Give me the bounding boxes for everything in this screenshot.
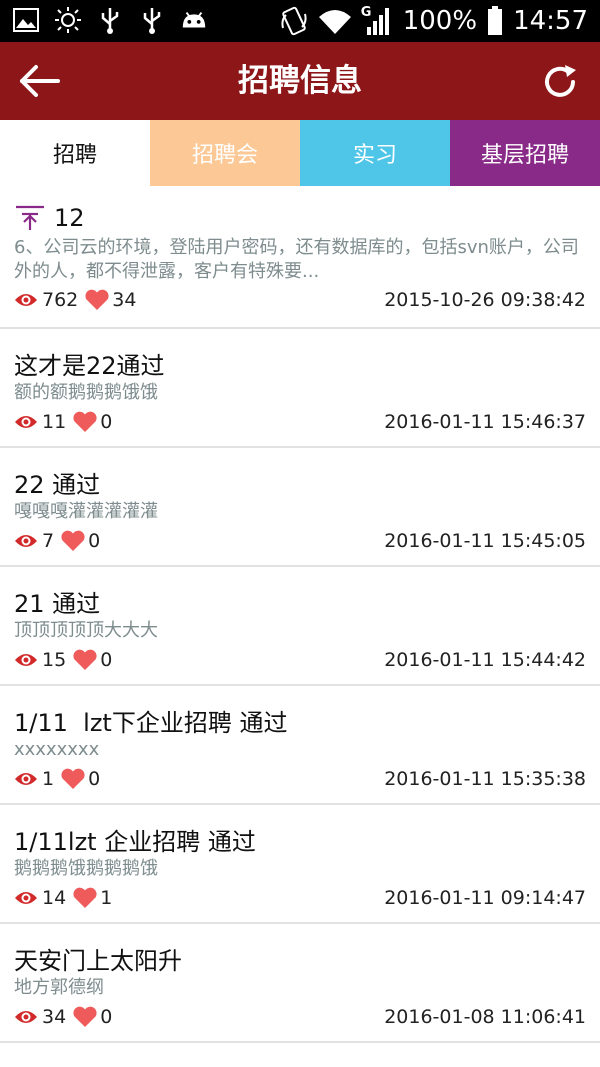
wifi-icon [317, 7, 353, 35]
like-count: 0 [100, 649, 113, 671]
signal-icon: G [360, 5, 393, 35]
like-count: 34 [112, 289, 137, 311]
refresh-button[interactable] [538, 60, 582, 104]
item-title: 1/11lzt 企业招聘 通过 [14, 827, 256, 856]
view-count: 7 [42, 530, 55, 552]
tab-recruitment[interactable]: 招聘 [0, 120, 150, 186]
tab-job-fair[interactable]: 招聘会 [150, 120, 300, 186]
view-count: 762 [42, 289, 79, 311]
eye-icon [14, 890, 38, 906]
tab-grassroots-recruitment[interactable]: 基层招聘 [450, 120, 600, 186]
arrow-left-icon [20, 65, 60, 97]
usb-icon [96, 6, 124, 34]
back-button[interactable] [16, 59, 64, 103]
clock: 14:57 [513, 6, 588, 36]
list-item[interactable]: 1/11lzt 企业招聘 通过 鹅鹅鹅饿鹅鹅鹅饿 14 1 2016-01-11… [0, 805, 600, 924]
list-item[interactable]: 12 6、公司云的环境，登陆用户密码，还有数据库的，包括svn账户，公司外的人，… [0, 186, 600, 329]
item-date: 2016-01-11 15:44:42 [384, 649, 586, 671]
item-desc: 顶顶顶顶顶大大大 [14, 620, 158, 641]
item-title: 12 [54, 204, 85, 232]
image-icon [12, 6, 40, 34]
pin-icon [14, 204, 46, 232]
heart-icon [60, 530, 86, 552]
list-item[interactable]: 21 通过 顶顶顶顶顶大大大 15 0 2016-01-11 15:44:42 [0, 567, 600, 686]
page-title: 招聘信息 [238, 63, 362, 99]
rotate-icon [281, 6, 307, 36]
item-date: 2016-01-11 09:14:47 [384, 887, 586, 909]
heart-icon [60, 768, 86, 790]
eye-icon [14, 533, 38, 549]
list-item[interactable]: 天安门上太阳升 地方郭德纲 34 0 2016-01-08 11:06:41 [0, 924, 600, 1043]
item-date: 2015-10-26 09:38:42 [384, 289, 586, 311]
network-label: G [360, 5, 372, 20]
like-count: 0 [100, 411, 113, 433]
item-title: 这才是22通过 [14, 351, 165, 380]
item-desc: 6、公司云的环境，登陆用户密码，还有数据库的，包括svn账户，公司外的人，都不得… [14, 237, 579, 282]
heart-icon [72, 1006, 98, 1028]
app-toolbar: 招聘信息 [0, 42, 600, 120]
item-date: 2016-01-11 15:46:37 [384, 411, 586, 433]
list-item[interactable]: 22 通过 嘎嘎嘎灌灌灌灌灌 7 0 2016-01-11 15:45:05 [0, 448, 600, 567]
like-count: 0 [100, 1006, 113, 1028]
heart-icon [72, 411, 98, 433]
list-item[interactable]: 这才是22通过 额的额鹅鹅鹅饿饿 11 0 2016-01-11 15:46:3… [0, 329, 600, 448]
item-title: 天安门上太阳升 [14, 946, 182, 975]
item-date: 2016-01-11 15:45:05 [384, 530, 586, 552]
eye-icon [14, 771, 38, 787]
eye-icon [14, 414, 38, 430]
status-bar: G 100% 14:57 [0, 0, 600, 42]
list-item[interactable]: 1/11 lzt下企业招聘 通过 xxxxxxxx 1 0 2016-01-11… [0, 686, 600, 805]
android-icon [180, 6, 208, 34]
usb-icon [138, 6, 166, 34]
item-desc: 鹅鹅鹅饿鹅鹅鹅饿 [14, 858, 158, 879]
heart-icon [84, 289, 110, 311]
like-count: 1 [100, 887, 113, 909]
view-count: 14 [42, 887, 67, 909]
item-date: 2016-01-08 11:06:41 [384, 1006, 586, 1028]
view-count: 11 [42, 411, 67, 433]
tab-internship[interactable]: 实习 [300, 120, 450, 186]
view-count: 15 [42, 649, 67, 671]
view-count: 1 [42, 768, 55, 790]
category-tabs: 招聘 招聘会 实习 基层招聘 [0, 120, 600, 186]
item-desc: 嘎嘎嘎灌灌灌灌灌 [14, 501, 158, 522]
eye-icon [14, 1009, 38, 1025]
job-list: 12 6、公司云的环境，登陆用户密码，还有数据库的，包括svn账户，公司外的人，… [0, 186, 600, 1043]
item-title: 1/11 lzt下企业招聘 通过 [14, 708, 288, 737]
eye-icon [14, 292, 38, 308]
battery-icon [487, 6, 503, 36]
heart-icon [72, 887, 98, 909]
eye-icon [14, 652, 38, 668]
item-desc: 额的额鹅鹅鹅饿饿 [14, 382, 158, 403]
like-count: 0 [88, 530, 101, 552]
item-desc: 地方郭德纲 [14, 977, 104, 998]
view-count: 34 [42, 1006, 67, 1028]
like-count: 0 [88, 768, 101, 790]
refresh-icon [545, 65, 576, 97]
item-title: 21 通过 [14, 589, 101, 618]
brightness-icon [54, 6, 82, 34]
heart-icon [72, 649, 98, 671]
battery-percent: 100% [402, 6, 478, 36]
item-title: 22 通过 [14, 470, 101, 499]
item-date: 2016-01-11 15:35:38 [384, 768, 586, 790]
item-desc: xxxxxxxx [14, 739, 100, 760]
